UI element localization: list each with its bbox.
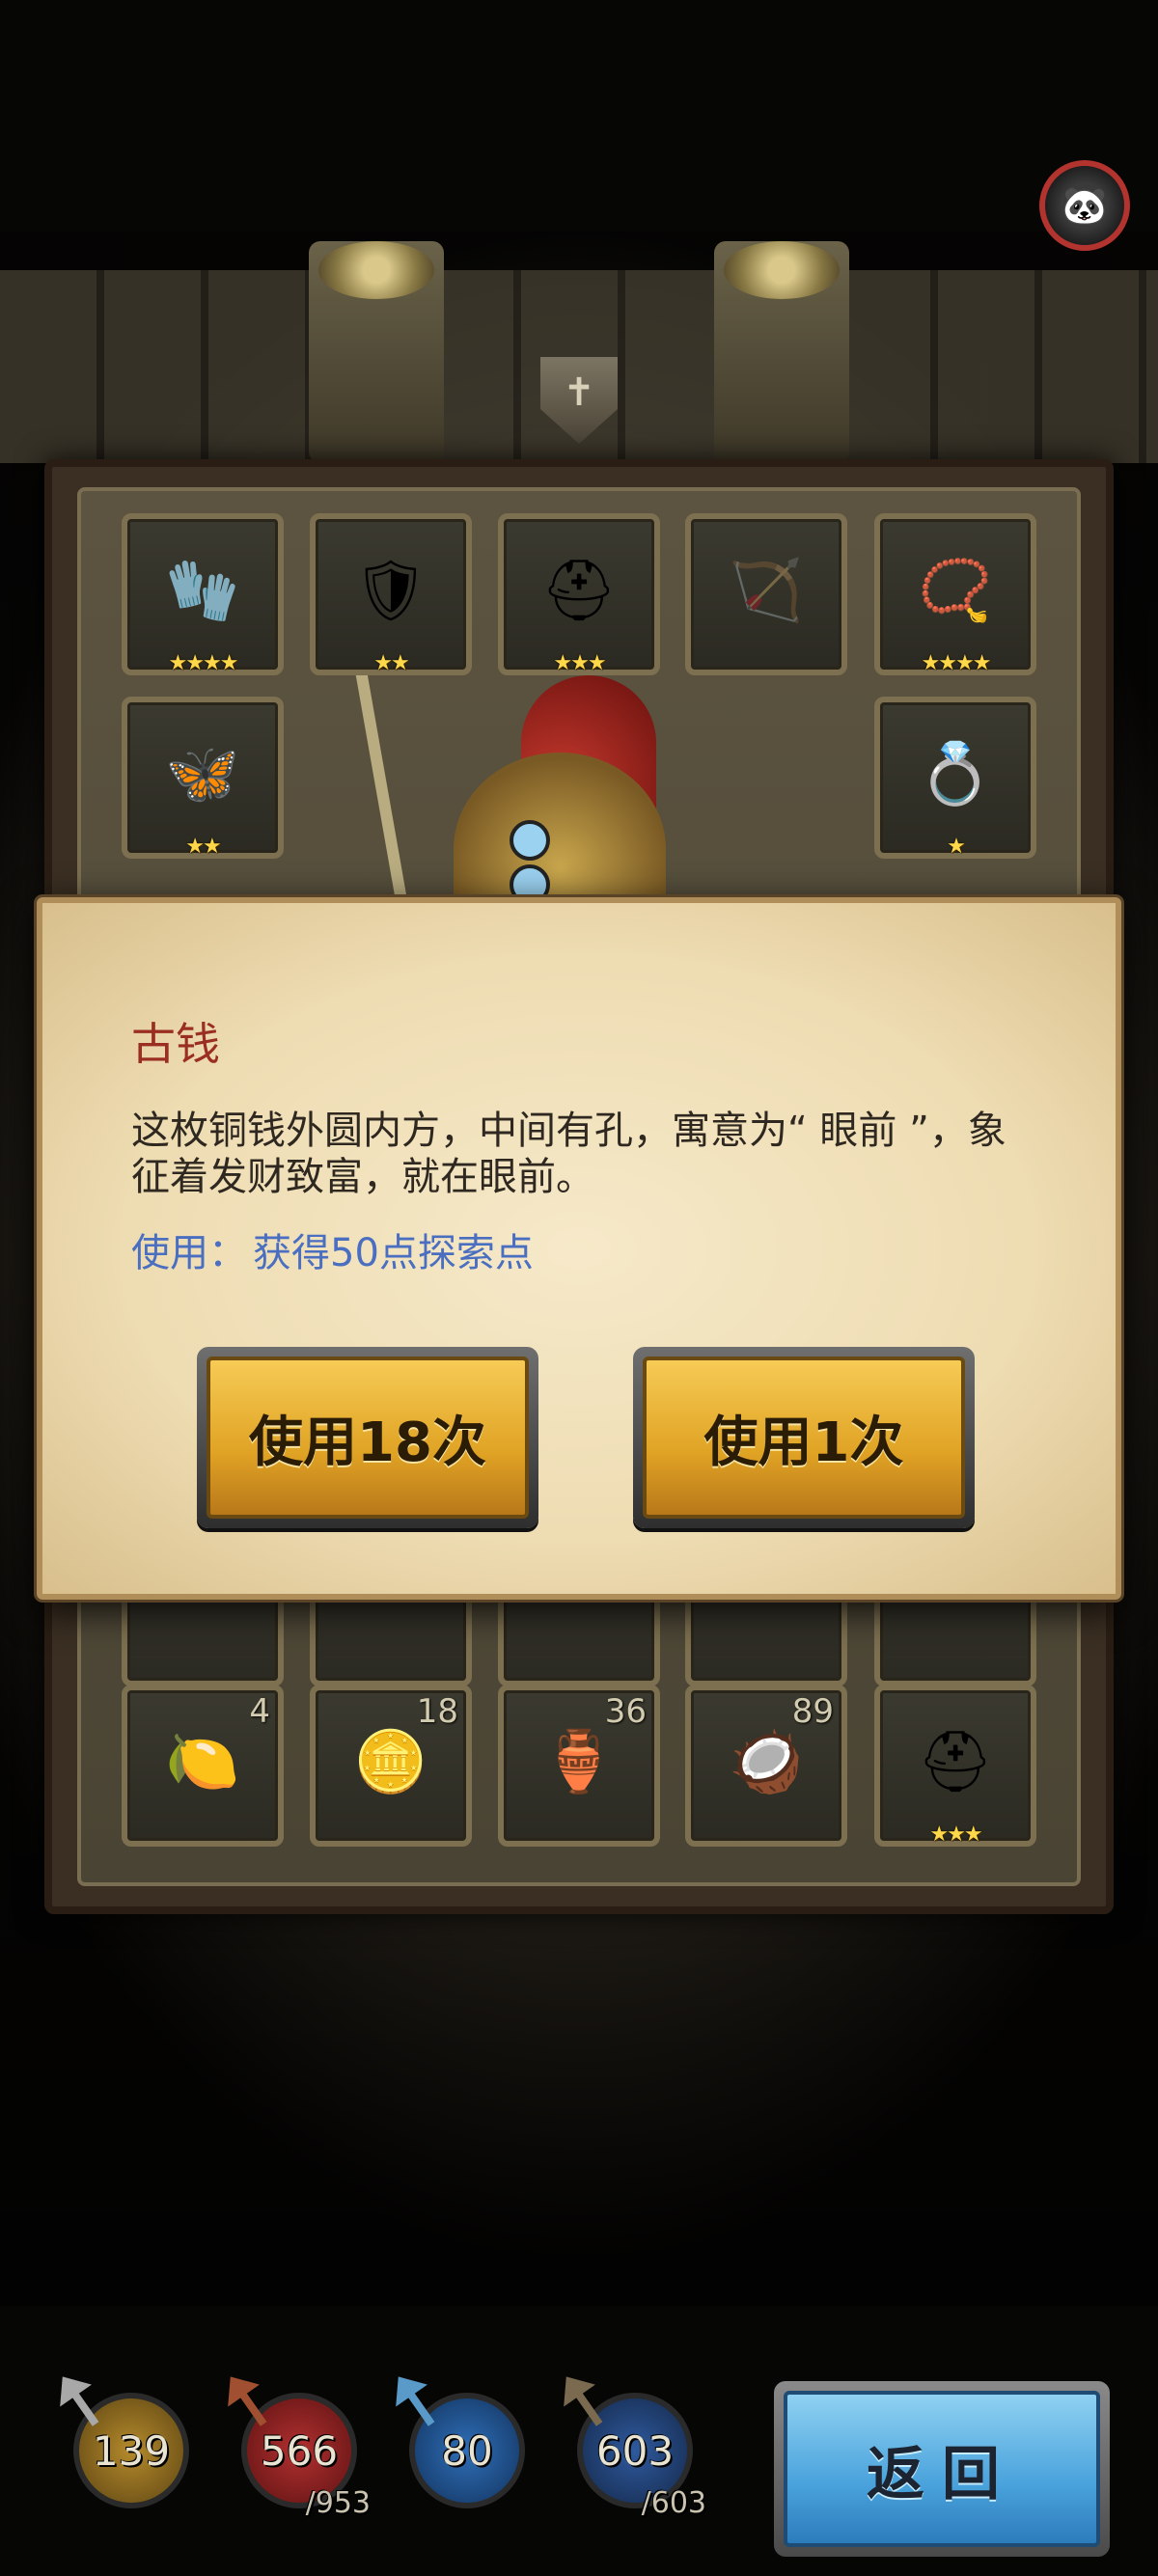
flask-icon (550, 2366, 615, 2435)
spartan-helmet-icon: ⛑ (540, 555, 618, 625)
stat-max: /603 (641, 2486, 706, 2520)
item-name: 古钱 (131, 1018, 220, 1070)
star-rating: ★★★ (553, 651, 606, 675)
hero-character (347, 657, 791, 945)
item-count: 4 (249, 1692, 270, 1731)
mana-stat: 603 /603 (577, 2393, 706, 2520)
vase-icon: 🏺 (541, 1726, 617, 1796)
hero-eyes (492, 820, 637, 905)
spartan-helmet-icon: ⛑ (917, 1726, 994, 1796)
stat-value: 566 (260, 2426, 339, 2475)
star-rating: ★★★★ (168, 651, 239, 675)
stat-max: /953 (305, 2486, 371, 2520)
equip-slot-shoulders[interactable]: 🦋 ★★ (122, 697, 284, 859)
inventory-slot[interactable]: 🥥 89 (685, 1685, 847, 1847)
buddha-hand-fruit-icon: 🍋 (165, 1726, 240, 1796)
ring-icon: 💍 (918, 738, 993, 808)
profile-avatar-button[interactable]: 🐼 (1039, 160, 1130, 251)
use-once-label: 使用1次 (643, 1357, 965, 1519)
star-rating: ★★ (373, 651, 409, 675)
return-button[interactable]: 返回 (774, 2381, 1110, 2557)
inventory-slot[interactable]: 🏺 36 (498, 1685, 660, 1847)
stat-value: 603 (595, 2426, 675, 2475)
stat-value: 139 (92, 2426, 171, 2475)
star-rating: ★ (947, 835, 966, 859)
shoulder-armor-icon: 🦋 (165, 738, 240, 808)
health-stat: 566 /953 (241, 2393, 371, 2520)
panda-avatar-icon: 🐼 (1062, 183, 1108, 227)
inventory-slot[interactable]: ⛑ ★★★ (874, 1685, 1036, 1847)
use-18-times-label: 使用18次 (207, 1357, 529, 1519)
stat-value: 80 (441, 2426, 493, 2475)
return-label: 返回 (784, 2391, 1100, 2547)
use-once-button[interactable]: 使用1次 (633, 1347, 975, 1528)
inventory-slot[interactable]: 🍋 4 (122, 1685, 284, 1847)
equip-slot-helmet[interactable]: ⛑ ★★★ (498, 513, 660, 675)
use-18-times-button[interactable]: 使用18次 (197, 1347, 538, 1528)
equip-slot-ring[interactable]: 💍 ★ (874, 697, 1036, 859)
equip-slot-armor[interactable]: 🛡 ★★ (310, 513, 472, 675)
use-label: 使用： (131, 1231, 247, 1275)
inventory-slot[interactable]: 🪙 18 (310, 1685, 472, 1847)
equip-slot-weapon-empty[interactable]: 🏹 (685, 513, 847, 675)
item-detail-dialog: 古钱 这枚铜钱外圆内方，中间有孔，寓意为“ 眼前 ”，象征着发财致富，就在眼前。… (37, 897, 1121, 1600)
star-rating: ★★ (185, 835, 221, 859)
chest-armor-icon: 🛡 (352, 555, 429, 625)
item-count: 36 (604, 1692, 647, 1731)
ancient-coin-icon: 🪙 (353, 1726, 428, 1796)
item-use-effect: 使用： 获得50点探索点 (131, 1221, 534, 1277)
bowl-icon: 🥥 (729, 1726, 804, 1796)
item-description: 这枚铜钱外圆内方，中间有孔，寓意为“ 眼前 ”，象征着发财致富，就在眼前。 (131, 1109, 1006, 1199)
shield-icon (382, 2366, 447, 2435)
defense-stat: 80 (409, 2393, 525, 2508)
crossbow-slot-icon: 🏹 (729, 555, 804, 625)
gauntlet-icon: 🧤 (165, 555, 240, 625)
star-rating: ★★★★ (921, 651, 992, 675)
right-pillar (714, 241, 849, 463)
amulet-icon: 📿 (918, 555, 993, 625)
use-value: 获得50点探索点 (253, 1231, 534, 1275)
star-rating: ★★★ (929, 1822, 982, 1847)
left-pillar (309, 241, 444, 463)
equip-slot-amulet[interactable]: 📿 ★★★★ (874, 513, 1036, 675)
spear-icon (352, 657, 412, 925)
sword-icon (46, 2366, 111, 2435)
equip-slot-gloves[interactable]: 🧤 ★★★★ (122, 513, 284, 675)
item-count: 89 (791, 1692, 834, 1731)
attack-stat: 139 (73, 2393, 189, 2508)
item-count: 18 (416, 1692, 458, 1731)
potion-icon (214, 2366, 279, 2435)
